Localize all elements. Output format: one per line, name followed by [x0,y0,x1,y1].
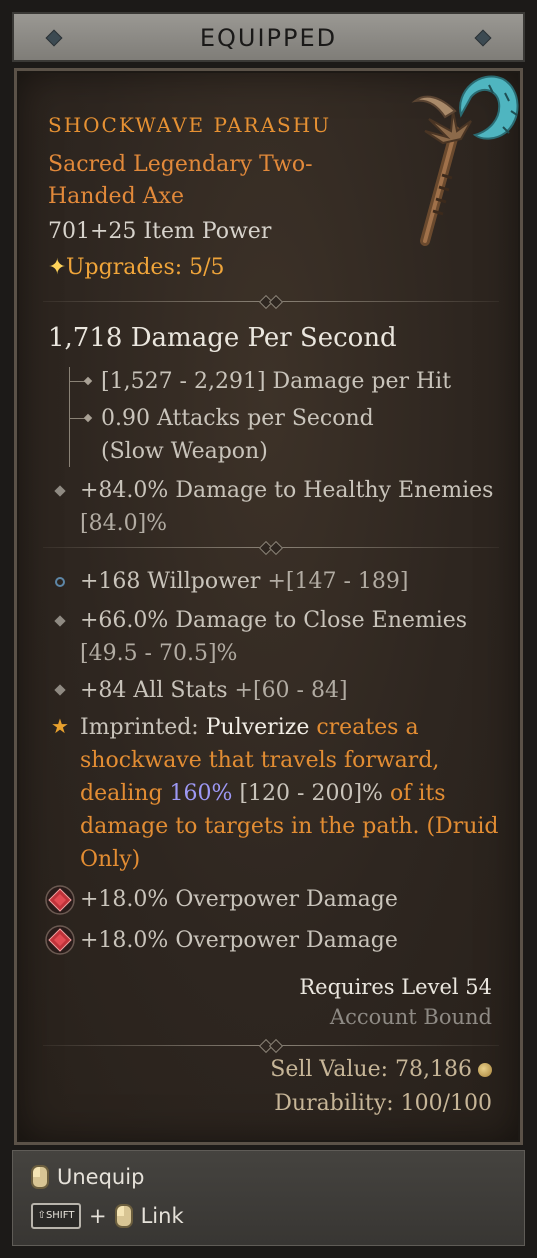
required-level: Requires Level 54 [299,975,492,999]
item-name: SHOCKWAVE PARASHU [48,113,332,137]
header-title: EQUIPPED [199,24,338,52]
gold-coin-icon [478,1063,492,1077]
imprint-range: [120 - 200]% [239,781,383,806]
affix-close-enemies-text: +66.0% Damage to Close Enemies [80,608,468,633]
socket-affix: +18.0% Overpower Damage [80,887,398,912]
account-bound: Account Bound [329,1005,492,1029]
left-mouse-icon [31,1165,49,1189]
imprint-star-icon: ★ [51,714,69,738]
axe-icon [411,75,519,246]
affix-all-stats: +84 All Stats +[60 - 84] [80,674,490,707]
socket-affix: +18.0% Overpower Damage [80,928,398,953]
imprint-skill: Pulverize [205,715,310,740]
affix-bullet-icon [54,615,66,627]
damage-per-second: 1,718 Damage Per Second [48,323,397,353]
implicit-affix: +84.0% Damage to Healthy Enemies [84.0]% [80,474,500,540]
implicit-bullet-icon [54,485,66,497]
imprint-value: 160% [169,781,233,806]
section-divider [43,540,499,556]
upgrades-label: Upgrades: 5/5 [66,255,225,280]
imprint-label: Imprinted: [80,715,199,740]
shift-key-icon: ⇧SHIFT [31,1203,81,1229]
plus-sign: + [89,1204,107,1228]
upgrades: ✦Upgrades: 5/5 [48,255,225,280]
left-mouse-icon [114,1204,133,1228]
damage-per-hit: [1,527 - 2,291] Damage per Hit [101,369,452,394]
section-divider [43,294,499,310]
imprinted-aspect: Imprinted: Pulverize creates a shockwave… [80,711,500,876]
implicit-range: [84.0]% [80,511,168,536]
ruby-gem-icon [45,885,75,915]
action-footer: Unequip ⇧SHIFT + Link [12,1150,525,1246]
sell-value-text: Sell Value: 78,186 [270,1057,472,1082]
tooltip-header: EQUIPPED [12,12,525,62]
greater-affix-ring-icon [55,577,65,587]
link-action[interactable]: ⇧SHIFT + Link [31,1203,184,1229]
affix-bullet-icon [54,684,66,696]
durability: Durability: 100/100 [274,1091,492,1116]
affix-willpower: +168 Willpower +[147 - 189] [80,565,490,598]
affix-close-enemies-range: [49.5 - 70.5]% [80,641,238,666]
affix-all-stats-text: +84 All Stats [80,678,228,703]
item-type: Sacred Legendary Two-Handed Axe [48,152,313,209]
shift-key-label: SHIFT [45,1210,75,1221]
attacks-per-second: 0.90 Attacks per Second (Slow Weapon) [101,406,374,464]
stat-tree-tip [83,376,93,386]
affix-all-stats-range: +[60 - 84] [234,678,348,703]
stat-tree-tip [83,413,93,423]
affix-willpower-range: +[147 - 189] [267,569,409,594]
unequip-action[interactable]: Unequip [31,1165,144,1189]
link-label: Link [140,1204,184,1228]
ruby-gem-icon [45,925,75,955]
item-power: 701+25 Item Power [48,219,272,244]
section-divider [43,1038,499,1054]
affix-willpower-text: +168 Willpower [80,569,261,594]
stat-tree-line [69,367,70,467]
item-tooltip: SHOCKWAVE PARASHU Sacred Legendary Two-H… [14,68,523,1145]
implicit-text: +84.0% Damage to Healthy Enemies [80,478,494,503]
sell-value: Sell Value: 78,186 [270,1057,492,1082]
upgrade-star-icon: ✦ [48,255,67,280]
affix-close-enemies: +66.0% Damage to Close Enemies [49.5 - 7… [80,604,480,670]
unequip-label: Unequip [57,1165,145,1189]
